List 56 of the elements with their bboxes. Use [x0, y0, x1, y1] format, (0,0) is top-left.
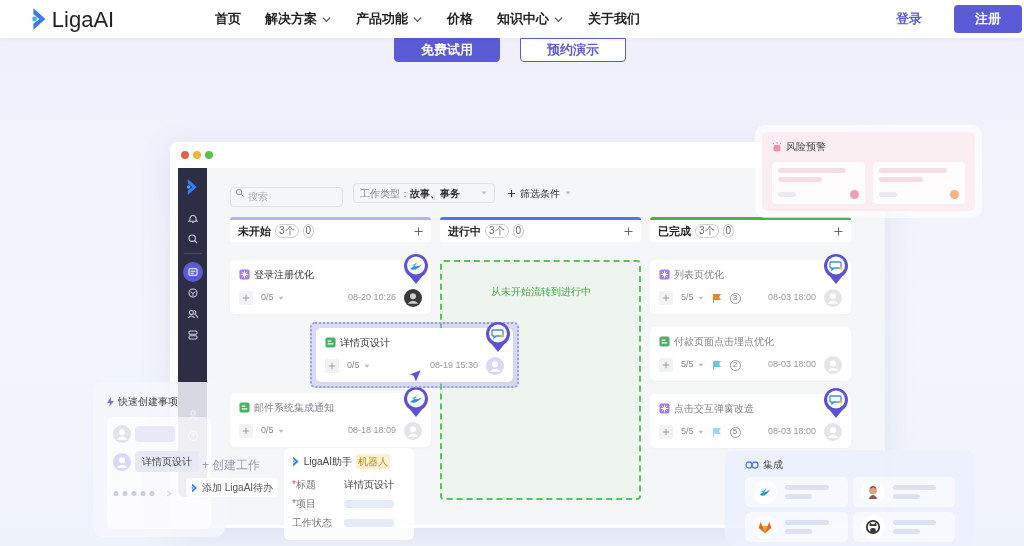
field-label: 标题 [295, 478, 317, 492]
subtask-counter: 5/5 [681, 291, 694, 305]
bot-tag: 机器人 [356, 454, 391, 469]
nav-link[interactable]: 产品功能 [356, 9, 423, 29]
nav-link[interactable]: 关于我们 [588, 9, 640, 29]
subtask-counter: 0/5 [347, 359, 360, 373]
subtask-counter: 0/5 [261, 291, 274, 305]
assistant-name: LigaAI助手 [303, 455, 353, 469]
card-title: 付款页面点击埋点优化 [674, 335, 774, 349]
task-card[interactable]: 付款页面点击埋点优化 5/5 2 08-03 18:00 [650, 327, 851, 381]
chat-message: 详情页设计 [135, 451, 199, 472]
create-work-text: + 创建工作 [202, 457, 261, 474]
search-field[interactable]: 搜索 [230, 186, 343, 207]
card-title: 点击交互弹窗改造 [674, 402, 754, 416]
nav-link[interactable]: 价格 [447, 9, 473, 29]
field-value: 详情页设计 [344, 478, 394, 492]
subtask-counter: 5/5 [681, 358, 694, 372]
panel-title: 集成 [763, 458, 783, 472]
nav-link[interactable]: 解决方案 [265, 9, 332, 29]
task-card[interactable]: 点击交互弹窗改造 5/5 5 08-03 18:00 [650, 394, 851, 448]
nav-link[interactable]: 知识中心 [497, 9, 564, 29]
drop-hint: 从未开始流转到进行中 [490, 285, 591, 299]
required-mark: * [292, 478, 296, 492]
demo-button[interactable]: 预约演示 [520, 38, 626, 62]
task-card[interactable]: 邮件系统集成通知 0/5 08-18 18:09 [230, 393, 431, 447]
panel-title: 风险预警 [786, 140, 826, 154]
type-filter-dropdown[interactable]: 工作类型：故事、事务 [353, 183, 495, 203]
subtask-counter: 0/5 [261, 424, 274, 438]
card-title: 详情页设计 [340, 336, 390, 350]
nav-link[interactable]: 首页 [215, 9, 241, 29]
field-label: 工作状态 [292, 516, 333, 530]
task-card[interactable]: 列表页优化 5/5 3 08-03 18:00 [650, 260, 851, 314]
card-date: 08-03 18:00 [767, 358, 816, 372]
column-title: 进行中 [448, 223, 481, 239]
card-date: 08-18 18:09 [347, 424, 396, 438]
task-card[interactable]: 详情页设计 0/5 08-19 15:30 [316, 328, 513, 382]
card-date: 08-03 18:00 [767, 425, 816, 439]
card-date: 08-20 10:26 [347, 291, 396, 305]
field-label: 项目 [295, 497, 317, 511]
required-mark: * [292, 497, 296, 511]
card-title: 登录注册优化 [254, 268, 314, 282]
card-date: 08-03 18:00 [767, 291, 816, 305]
column-title: 已完成 [658, 223, 691, 239]
card-date: 08-19 15:30 [429, 359, 478, 373]
login-link[interactable]: 登录 [896, 9, 922, 29]
brand-name: LigaAI [51, 5, 115, 34]
task-card[interactable]: 登录注册优化 0/5 08-20 10:26 [230, 260, 431, 314]
card-title: 邮件系统集成通知 [254, 401, 334, 415]
card-title: 列表页优化 [674, 268, 724, 282]
signup-button[interactable]: 注册 [954, 5, 1022, 33]
column-title: 未开始 [238, 223, 271, 239]
panel-title: 快速创建事项 [118, 395, 178, 409]
subtask-counter: 5/5 [681, 425, 694, 439]
add-todo-chip[interactable]: 添加 LigaAI待办 [186, 478, 279, 497]
free-trial-button[interactable]: 免费试用 [394, 38, 500, 62]
add-filter-button[interactable]: 筛选条件 [507, 185, 572, 201]
